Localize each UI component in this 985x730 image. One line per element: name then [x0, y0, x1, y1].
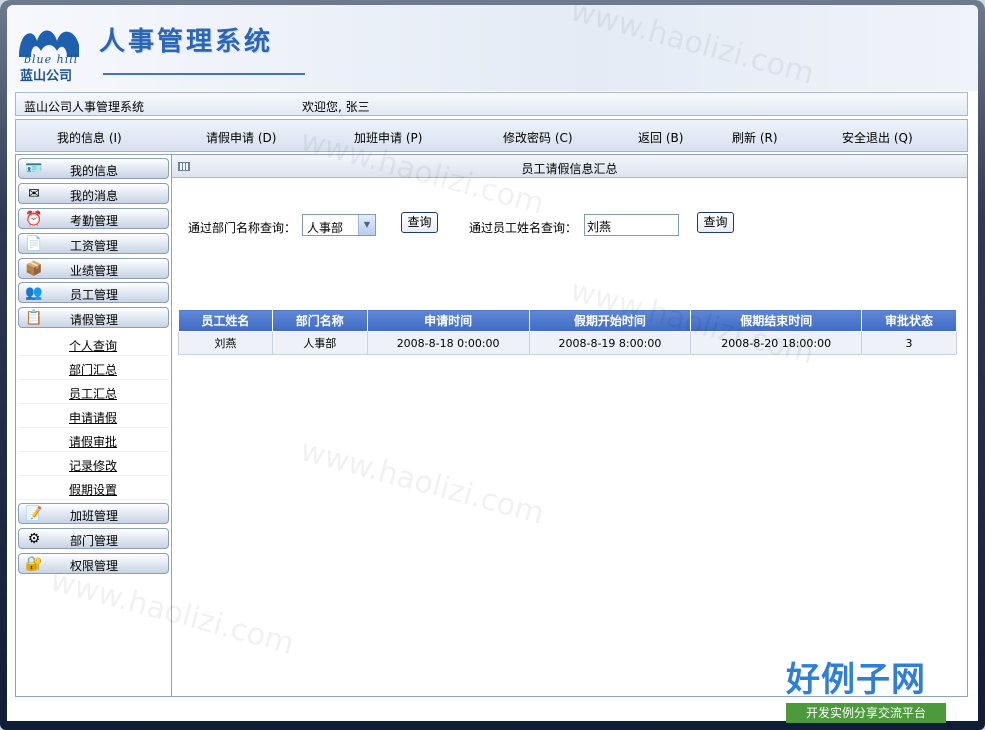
sidebar-item-salary[interactable]: 📄 工资管理	[18, 233, 169, 254]
subitem-link[interactable]: 请假审批	[69, 433, 117, 450]
user-card-icon: 🪪	[25, 161, 43, 177]
subitem-link[interactable]: 个人查询	[69, 337, 117, 354]
department-select[interactable]: 人事部 ▼	[302, 214, 376, 236]
sidebar-item-leave[interactable]: 📋 请假管理	[18, 307, 169, 328]
leave-summary-table: 员工姓名 部门名称 申请时间 假期开始时间 假期结束时间 审批状态 刘燕 人事部…	[178, 309, 957, 355]
welcome-text: 欢迎您, 张三	[302, 100, 370, 114]
sidebar-subitem-record-edit: 记录修改	[18, 452, 169, 476]
sidebar-subitem-leave-approval: 请假审批	[18, 428, 169, 452]
panel-header: 员工请假信息汇总	[172, 155, 967, 178]
sidebar-item-my-messages[interactable]: ✉ 我的消息	[18, 183, 169, 204]
subitem-link[interactable]: 申请请假	[69, 409, 117, 426]
sidebar-item-label: 我的消息	[70, 189, 119, 203]
menu-leave-apply[interactable]: 请假申请 (D)	[206, 129, 276, 146]
sidebar-item-employees[interactable]: 👥 员工管理	[18, 282, 169, 303]
sidebar-item-label: 业绩管理	[70, 264, 119, 278]
table-cell: 刘燕	[178, 331, 273, 355]
subitem-link[interactable]: 部门汇总	[69, 361, 117, 378]
table-cell: 2008-8-20 18:00:00	[690, 331, 863, 355]
clock-icon: ⏰	[25, 211, 43, 227]
dept-query-button[interactable]: 查询	[401, 212, 438, 233]
sidebar-item-label: 权限管理	[70, 559, 119, 573]
sidebar-subitem-apply-leave: 申请请假	[18, 404, 169, 428]
sidebar-subitem-personal-query: 个人查询	[18, 332, 169, 356]
menu-back[interactable]: 返回 (B)	[638, 129, 683, 146]
top-menu-bar: 我的信息 (I) 请假申请 (D) 加班申请 (P) 修改密码 (C) 返回 (…	[15, 119, 968, 152]
menu-logout[interactable]: 安全退出 (Q)	[842, 129, 913, 146]
table-cell: 2008-8-19 8:00:00	[528, 331, 692, 355]
table-header: 假期结束时间	[690, 309, 863, 332]
box-icon: 📦	[25, 261, 43, 277]
salary-icon: 📄	[25, 236, 43, 252]
table-header: 部门名称	[271, 309, 368, 332]
system-title: 人事管理系统	[99, 27, 274, 57]
table-cell: 2008-8-18 0:00:00	[366, 331, 530, 355]
leave-icon: 📋	[25, 310, 43, 326]
sidebar-subitem-department-summary: 部门汇总	[18, 356, 169, 380]
sidebar-item-label: 考勤管理	[70, 214, 119, 228]
sidebar-item-permissions[interactable]: 🔐 权限管理	[18, 553, 169, 574]
menu-change-password[interactable]: 修改密码 (C)	[503, 129, 573, 146]
table-cell: 3	[861, 331, 957, 355]
overtime-icon: 📝	[25, 506, 43, 522]
info-bar: 蓝山公司人事管理系统 欢迎您, 张三	[15, 92, 968, 116]
sidebar-item-department[interactable]: ⚙ 部门管理	[18, 528, 169, 549]
sidebar-item-label: 加班管理	[70, 509, 119, 523]
message-icon: ✉	[28, 186, 40, 202]
employee-name-input[interactable]: 刘燕	[584, 214, 679, 236]
sidebar-item-label: 工资管理	[70, 239, 119, 253]
dept-query-label: 通过部门名称查询：	[188, 221, 297, 235]
sidebar-item-overtime[interactable]: 📝 加班管理	[18, 503, 169, 524]
app-header: blue hill 蓝山公司 人事管理系统	[7, 5, 978, 91]
sidebar-subitem-employee-summary: 员工汇总	[18, 380, 169, 404]
menu-my-info[interactable]: 我的信息 (I)	[57, 129, 122, 146]
brand-subtitle: 开发实例分享交流平台	[786, 703, 946, 723]
name-query-label: 通过员工姓名查询：	[469, 221, 578, 235]
table-header: 审批状态	[861, 309, 957, 332]
sidebar-item-label: 员工管理	[70, 288, 119, 302]
sidebar-item-label: 我的信息	[70, 164, 119, 178]
name-query-button[interactable]: 查询	[697, 212, 734, 233]
table-row[interactable]: 刘燕 人事部 2008-8-18 0:00:00 2008-8-19 8:00:…	[178, 331, 957, 355]
sidebar-item-performance[interactable]: 📦 业绩管理	[18, 258, 169, 279]
logo-company-name: 蓝山公司	[20, 69, 73, 84]
site-name: 蓝山公司人事管理系统	[24, 100, 145, 114]
table-header: 申请时间	[366, 309, 530, 332]
brand-watermark: 好例子网 开发实例分享交流平台	[786, 652, 948, 723]
main-panel: 员工请假信息汇总 通过部门名称查询： 人事部 ▼ 查询 通过员工姓名查询： 刘燕…	[172, 154, 968, 697]
subitem-link[interactable]: 假期设置	[69, 481, 117, 498]
sidebar-item-label: 请假管理	[70, 313, 119, 327]
subitem-link[interactable]: 记录修改	[69, 457, 117, 474]
chevron-down-icon[interactable]: ▼	[358, 215, 375, 235]
sidebar-item-label: 部门管理	[70, 534, 119, 548]
panel-title: 员工请假信息汇总	[521, 162, 618, 176]
people-icon: 👥	[25, 285, 43, 301]
sidebar-subitem-holiday-settings: 假期设置	[18, 476, 169, 500]
subitem-link[interactable]: 员工汇总	[69, 385, 117, 402]
title-underline	[103, 73, 305, 75]
menu-refresh[interactable]: 刷新 (R)	[732, 129, 778, 146]
table-header: 员工姓名	[178, 309, 273, 332]
table-header: 假期开始时间	[528, 309, 692, 332]
sidebar-item-my-info[interactable]: 🪪 我的信息	[18, 158, 169, 179]
menu-overtime-apply[interactable]: 加班申请 (P)	[354, 129, 422, 146]
sidebar: 🪪 我的信息 ✉ 我的消息 ⏰ 考勤管理 📄 工资管理 📦 业绩管理 👥 员工管…	[15, 154, 172, 697]
department-icon: ⚙	[27, 531, 41, 547]
table-header-row: 员工姓名 部门名称 申请时间 假期开始时间 假期结束时间 审批状态	[178, 309, 957, 332]
table-cell: 人事部	[271, 331, 368, 355]
app-window: blue hill 蓝山公司 人事管理系统 蓝山公司人事管理系统 欢迎您, 张三…	[7, 5, 978, 721]
sidebar-item-attendance[interactable]: ⏰ 考勤管理	[18, 208, 169, 229]
permission-icon: 🔐	[25, 556, 43, 572]
department-select-value: 人事部	[307, 221, 344, 235]
brand-title: 好例子网	[786, 660, 926, 700]
